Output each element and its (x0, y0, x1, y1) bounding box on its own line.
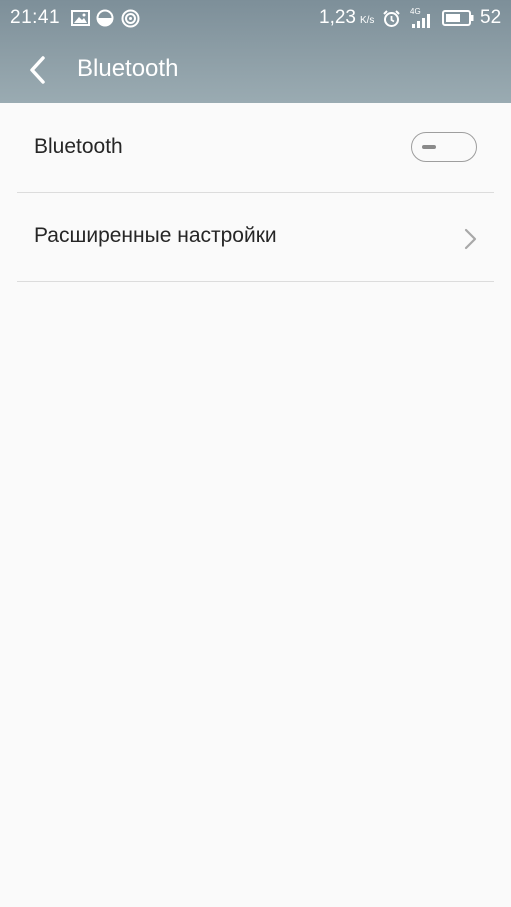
top-bar: 21:41 1,23 K/s 4G 52 Bluetooth (0, 0, 511, 103)
bluetooth-label: Bluetooth (34, 135, 123, 158)
net-speed-value: 1,23 (319, 7, 356, 28)
bluetooth-row[interactable]: Bluetooth (0, 103, 511, 192)
divider (17, 281, 494, 282)
settings-list: Bluetooth Расширенные настройки (0, 103, 511, 282)
net-speed: 1,23 K/s (319, 7, 374, 29)
back-button[interactable] (18, 50, 58, 90)
data-saver-icon (96, 9, 114, 27)
chevron-left-icon (30, 56, 45, 84)
hotspot-icon (121, 9, 140, 27)
signal-icon (412, 14, 430, 28)
bluetooth-toggle[interactable] (411, 132, 477, 162)
status-time: 21:41 (10, 7, 61, 28)
status-bar: 21:41 1,23 K/s 4G 52 (0, 0, 511, 36)
image-icon (70, 9, 90, 27)
header: Bluetooth (0, 36, 511, 103)
advanced-settings-label: Расширенные настройки (34, 224, 277, 247)
net-speed-unit: K/s (359, 15, 375, 26)
advanced-settings-row[interactable]: Расширенные настройки (0, 192, 511, 281)
toggle-off-indicator (422, 145, 436, 149)
page-title: Bluetooth (77, 55, 179, 82)
battery-icon (442, 9, 474, 27)
alarm-icon (382, 9, 401, 27)
network-indicator: 4G (410, 8, 434, 28)
battery-level: 52 (480, 7, 502, 28)
chevron-right-icon (464, 228, 477, 250)
